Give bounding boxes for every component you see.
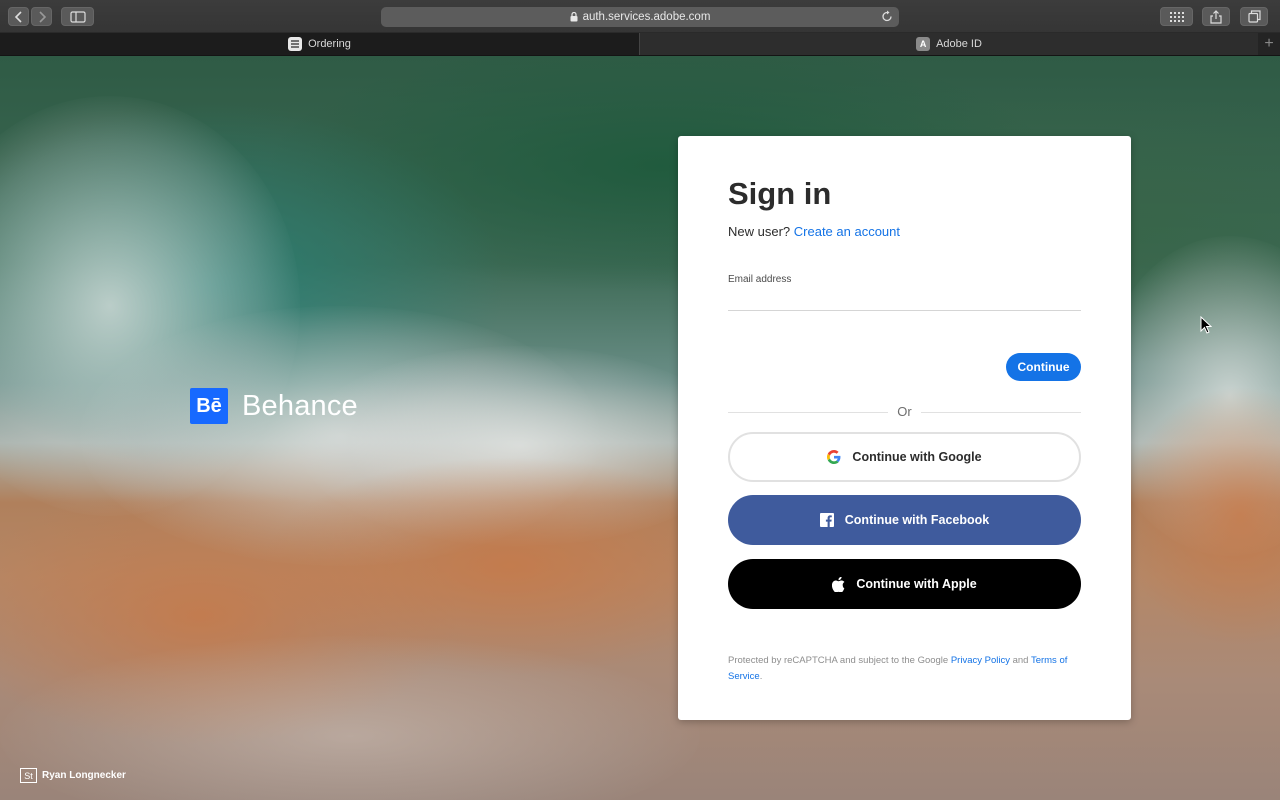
ordering-favicon-icon (288, 37, 303, 51)
legal-text: Protected by reCAPTCHA and subject to th… (728, 653, 1083, 685)
credit-author: Ryan Longnecker (42, 770, 126, 781)
continue-button[interactable]: Continue (1006, 353, 1081, 381)
behance-mark: Bē (190, 388, 228, 424)
mouse-cursor-icon (1200, 316, 1212, 334)
signin-card: Sign in New user? Create an account Emai… (678, 136, 1131, 720)
tab-label: Ordering (308, 38, 351, 50)
reload-icon[interactable] (881, 10, 893, 23)
share-icon (1210, 9, 1222, 24)
new-user-prompt: New user? (728, 224, 791, 239)
lock-icon (570, 12, 578, 22)
legal-suffix: . (759, 671, 763, 682)
url-text: auth.services.adobe.com (582, 11, 711, 23)
chevron-left-icon (14, 10, 22, 23)
browser-toolbar: auth.services.adobe.com (0, 0, 1280, 33)
top-sites-button[interactable] (1160, 7, 1193, 26)
tabs-overview-button[interactable] (1240, 7, 1268, 26)
sidebar-icon (69, 10, 86, 23)
google-icon (827, 450, 841, 464)
chevron-right-icon (38, 10, 46, 23)
tab-adobe-id[interactable]: A Adobe ID (639, 33, 1258, 55)
sidebar-toggle-button[interactable] (61, 7, 94, 26)
adobe-favicon-icon: A (916, 37, 931, 51)
stock-badge: St (20, 768, 37, 783)
legal-and: and (1012, 655, 1029, 666)
behance-logo: Bē Behance (190, 388, 358, 424)
legal-prefix: Protected by reCAPTCHA and subject to th… (728, 655, 949, 666)
tab-ordering[interactable]: Ordering (0, 33, 639, 55)
continue-with-facebook-button[interactable]: Continue with Facebook (728, 495, 1081, 545)
email-field[interactable] (728, 291, 1081, 311)
back-button[interactable] (8, 7, 29, 26)
new-tab-button[interactable]: + (1258, 33, 1280, 55)
address-bar[interactable]: auth.services.adobe.com (381, 7, 899, 27)
create-account-link[interactable]: Create an account (794, 224, 900, 239)
tab-bar: Ordering A Adobe ID + (0, 33, 1280, 56)
google-label: Continue with Google (852, 450, 982, 464)
apple-label: Continue with Apple (856, 577, 977, 591)
photo-credit[interactable]: St Ryan Longnecker (20, 768, 126, 783)
tab-label: Adobe ID (936, 38, 982, 50)
facebook-icon (819, 513, 834, 527)
forward-button[interactable] (31, 7, 52, 26)
brand-name: Behance (242, 389, 358, 422)
privacy-policy-link[interactable]: Privacy Policy (951, 655, 1010, 666)
continue-with-google-button[interactable]: Continue with Google (728, 432, 1081, 482)
or-divider: Or (728, 404, 1081, 420)
divider-line (921, 412, 1081, 413)
new-user-row: New user? Create an account (728, 224, 900, 239)
email-label: Email address (728, 274, 792, 285)
share-button[interactable] (1202, 7, 1230, 26)
apple-icon (832, 576, 845, 592)
tabs-icon (1247, 10, 1261, 23)
page-title: Sign in (728, 176, 832, 211)
grid-icon (1169, 11, 1184, 22)
continue-with-apple-button[interactable]: Continue with Apple (728, 559, 1081, 609)
facebook-label: Continue with Facebook (844, 513, 990, 527)
